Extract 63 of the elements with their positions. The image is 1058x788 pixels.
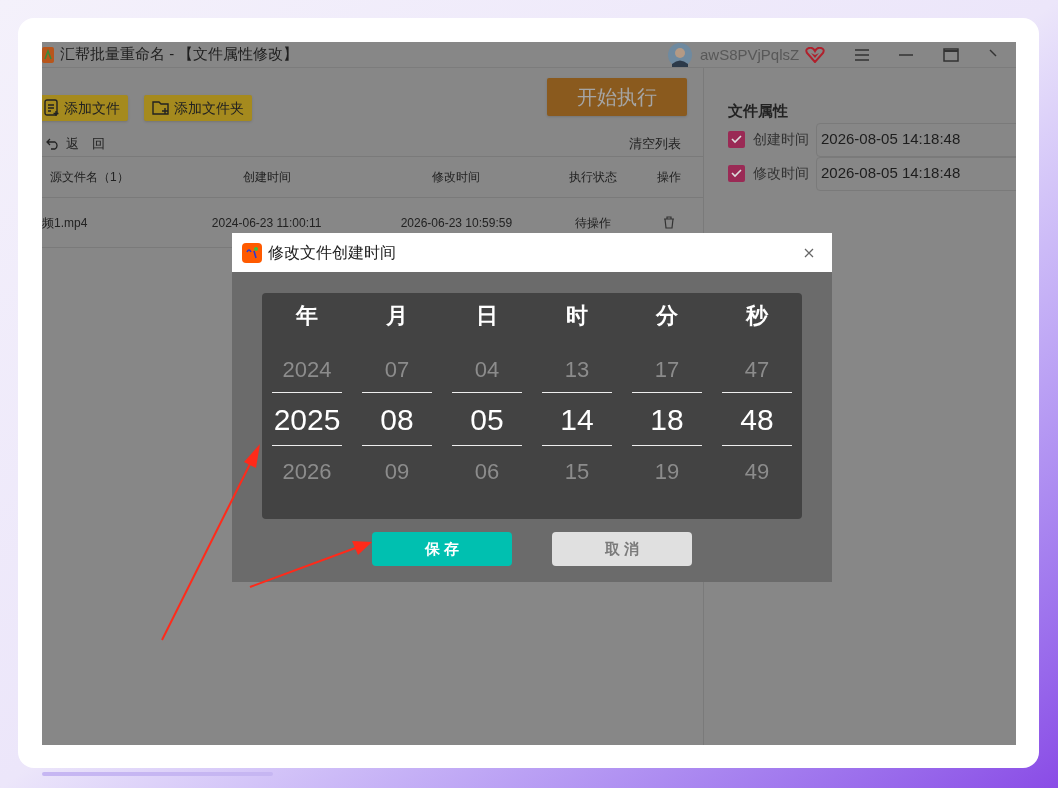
selected-value[interactable]: 48 [722, 392, 792, 446]
table-cell-text: 2026-06-23 10:59:59 [399, 214, 514, 232]
picker-value[interactable]: 09 [384, 457, 410, 487]
column-label: 时 [566, 302, 588, 329]
picker-value[interactable]: 49 [744, 457, 770, 487]
column-label: 日 [476, 302, 498, 329]
column-header: 执行状态 [568, 169, 619, 186]
date-field[interactable]: 2026-08-05 14:18:48 [816, 122, 1016, 157]
picker-value[interactable]: 2024 [282, 355, 332, 385]
picker-value[interactable]: 04 [474, 355, 500, 385]
picker-value[interactable]: 2026 [282, 457, 332, 487]
checkbox-label: 修改时间 [753, 164, 809, 183]
picker-value[interactable]: 19 [654, 457, 680, 487]
cancel-button[interactable]: 取 消 [552, 532, 692, 566]
selected-value[interactable]: 14 [542, 392, 612, 446]
app-logo-icon [242, 242, 262, 263]
clear-list-button[interactable]: 清空列表 [629, 134, 681, 154]
delete-icon[interactable] [663, 216, 676, 229]
start-button[interactable]: 开始执行 [547, 78, 687, 116]
picker-value[interactable]: 17 [654, 355, 680, 385]
menu-icon[interactable] [855, 49, 870, 61]
minimize-icon[interactable] [899, 54, 914, 56]
column-label: 秒 [746, 302, 768, 329]
picker-value[interactable]: 13 [564, 355, 590, 385]
selected-value[interactable]: 08 [362, 392, 432, 446]
selected-value[interactable]: 05 [452, 392, 522, 446]
back-button[interactable]: 返 回 [46, 134, 105, 154]
avatar-icon [668, 43, 692, 67]
column-header: 创建时间 [241, 169, 292, 186]
save-button[interactable]: 保 存 [372, 532, 512, 566]
date-field[interactable]: 2026-08-05 14:18:48 [816, 156, 1016, 191]
table-cell-text: 频1.mp4 [42, 214, 89, 232]
column-label: 年 [296, 302, 318, 329]
check-icon [731, 135, 742, 144]
checkbox[interactable] [728, 131, 745, 148]
picker-value[interactable]: 07 [384, 355, 410, 385]
folder-add-icon [152, 100, 170, 116]
picker-value[interactable]: 06 [474, 457, 500, 487]
back-arrow-icon [46, 138, 60, 150]
dialog-title: 修改文件创建时间 [268, 242, 396, 263]
heart-icon [805, 47, 826, 63]
table-cell-text: 2024-06-23 11:00:11 [210, 214, 323, 232]
document-add-icon [44, 99, 60, 117]
column-header: 操作 [656, 169, 683, 186]
checkbox[interactable] [728, 165, 745, 182]
column-label: 分 [656, 302, 678, 329]
add-button[interactable]: 添加文件 [42, 95, 128, 121]
column-header: 修改时间 [431, 169, 482, 186]
column-label: 月 [386, 302, 408, 329]
selected-value[interactable]: 2025 [272, 392, 342, 446]
window-title: 汇帮批量重命名 - 【文件属性修改】 [60, 44, 299, 65]
add-button[interactable]: 添加文件夹 [144, 95, 252, 121]
table-cell-text: 待操作 [574, 214, 613, 232]
selected-value[interactable]: 18 [632, 392, 702, 446]
checkbox-label: 创建时间 [753, 130, 809, 149]
maximize-icon[interactable] [943, 48, 960, 62]
check-icon [731, 169, 742, 178]
picker-value[interactable]: 15 [564, 457, 590, 487]
app-logo-icon [42, 46, 54, 63]
column-header: 源文件名（1） [49, 169, 130, 186]
panel-title: 文件属性 [728, 101, 789, 121]
time-picker[interactable]: 年 2024 2025 2026 月 07 08 09 日 04 05 06 时 13 14 15 分 17 18 19 秒 47 48 49 [262, 293, 802, 519]
picker-value[interactable]: 47 [744, 355, 770, 385]
